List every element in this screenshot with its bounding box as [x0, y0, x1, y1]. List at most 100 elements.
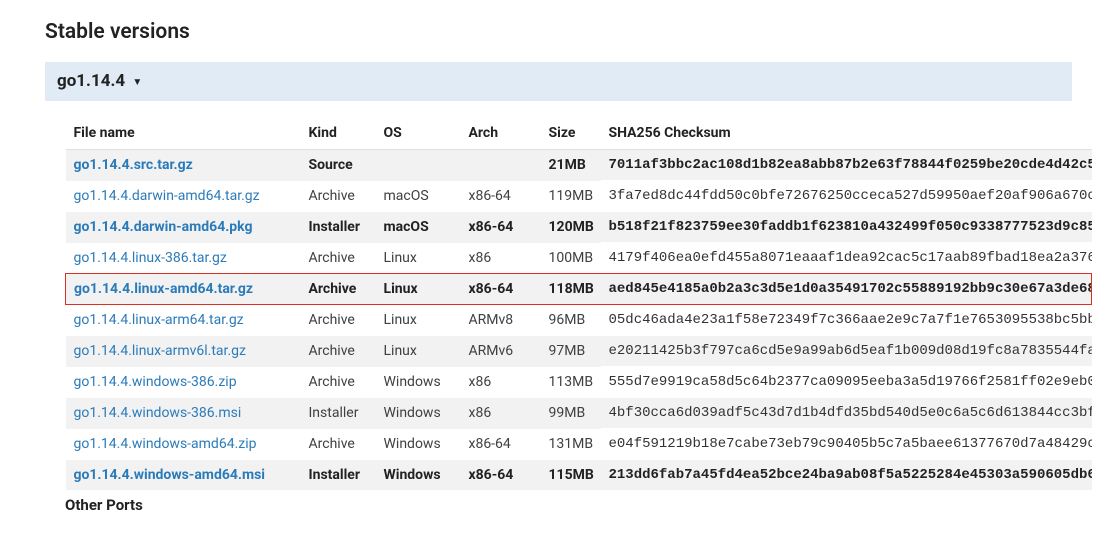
checksum-cell: e20211425b3f797ca6cd5e9a99ab6d5eaf1b009d… [601, 336, 1092, 367]
table-row: go1.14.4.windows-386.zip ArchiveWindowsx8… [66, 367, 1092, 398]
col-header-kind: Kind [301, 117, 376, 150]
file-link[interactable]: go1.14.4.src.tar.gz [74, 157, 193, 173]
arch-cell: x86-64 [461, 274, 541, 305]
file-cell: go1.14.4.linux-arm64.tar.gz [66, 305, 301, 336]
section-title: Stable versions [45, 20, 1072, 44]
file-link[interactable]: go1.14.4.linux-386.tar.gz [74, 250, 227, 266]
checksum-cell: 7011af3bbc2ac108d1b82ea8abb87b2e63f78844… [601, 150, 1092, 181]
checksum-cell: e04f591219b18e7cabe73eb79c90405b5c7a5bae… [601, 429, 1092, 460]
table-row: go1.14.4.linux-amd64.tar.gz ArchiveLinuxx… [66, 274, 1092, 305]
size-cell: 100MB [541, 243, 601, 274]
table-row: go1.14.4.darwin-amd64.tar.gz ArchivemacOS… [66, 181, 1092, 212]
os-cell: Linux [376, 274, 461, 305]
arch-cell: x86-64 [461, 212, 541, 243]
arch-cell: x86 [461, 398, 541, 429]
table-row: go1.14.4.linux-386.tar.gz ArchiveLinuxx86… [66, 243, 1092, 274]
downloads-table: File name Kind OS Arch Size SHA256 Check… [65, 117, 1092, 490]
os-cell: macOS [376, 212, 461, 243]
file-link[interactable]: go1.14.4.windows-386.zip [74, 374, 237, 390]
arch-cell: x86 [461, 367, 541, 398]
file-link[interactable]: go1.14.4.linux-arm64.tar.gz [74, 312, 244, 328]
checksum-cell: 4179f406ea0efd455a8071eaaaf1dea92cac5c17… [601, 243, 1092, 274]
size-cell: 115MB [541, 460, 601, 491]
table-row: go1.14.4.linux-armv6l.tar.gz ArchiveLinux… [66, 336, 1092, 367]
size-cell: 113MB [541, 367, 601, 398]
table-row: go1.14.4.windows-amd64.zip ArchiveWindows… [66, 429, 1092, 460]
os-cell: Linux [376, 336, 461, 367]
size-cell: 118MB [541, 274, 601, 305]
checksum-cell: 05dc46ada4e23a1f58e72349f7c366aae2e9c7a7… [601, 305, 1092, 336]
arch-cell: ARMv6 [461, 336, 541, 367]
file-cell: go1.14.4.windows-386.msi [66, 398, 301, 429]
file-cell: go1.14.4.windows-386.zip [66, 367, 301, 398]
file-cell: go1.14.4.windows-amd64.zip [66, 429, 301, 460]
file-link[interactable]: go1.14.4.linux-armv6l.tar.gz [74, 343, 246, 359]
checksum-cell: aed845e4185a0b2a3c3d5e1d0a35491702c55889… [601, 274, 1092, 305]
kind-cell: Archive [301, 336, 376, 367]
chevron-down-icon: ▼ [132, 77, 142, 88]
checksum-cell: 213dd6fab7a45fd4ea52bce24ba9ab08f5a52252… [601, 460, 1092, 491]
kind-cell: Archive [301, 274, 376, 305]
os-cell: Windows [376, 367, 461, 398]
os-cell: Windows [376, 429, 461, 460]
file-cell: go1.14.4.linux-armv6l.tar.gz [66, 336, 301, 367]
kind-cell: Source [301, 150, 376, 181]
table-row: go1.14.4.src.tar.gz Source 21MB7011af3bbc2… [66, 150, 1092, 181]
file-link[interactable]: go1.14.4.windows-amd64.zip [74, 436, 257, 452]
table-row: go1.14.4.linux-arm64.tar.gz ArchiveLinuxA… [66, 305, 1092, 336]
arch-cell: x86-64 [461, 181, 541, 212]
size-cell: 96MB [541, 305, 601, 336]
os-cell: Linux [376, 243, 461, 274]
kind-cell: Archive [301, 181, 376, 212]
size-cell: 119MB [541, 181, 601, 212]
arch-cell: ARMv8 [461, 305, 541, 336]
kind-cell: Installer [301, 398, 376, 429]
kind-cell: Installer [301, 460, 376, 491]
os-cell: Windows [376, 398, 461, 429]
size-cell: 131MB [541, 429, 601, 460]
table-row: go1.14.4.windows-386.msi InstallerWindows… [66, 398, 1092, 429]
checksum-cell: 3fa7ed8dc44fdd50c0bfe72676250cceca527d59… [601, 181, 1092, 212]
checksum-cell: 555d7e9919ca58d5c64b2377ca09095eeba3a5d1… [601, 367, 1092, 398]
file-cell: go1.14.4.windows-amd64.msi [66, 460, 301, 491]
size-cell: 21MB [541, 150, 601, 181]
file-cell: go1.14.4.darwin-amd64.tar.gz [66, 181, 301, 212]
kind-cell: Archive [301, 367, 376, 398]
col-header-size: Size [541, 117, 601, 150]
version-label: go1.14.4 [57, 71, 125, 91]
arch-cell: x86-64 [461, 429, 541, 460]
col-header-sha: SHA256 Checksum [601, 117, 1092, 150]
arch-cell: x86 [461, 243, 541, 274]
size-cell: 120MB [541, 212, 601, 243]
file-link[interactable]: go1.14.4.linux-amd64.tar.gz [74, 281, 253, 297]
file-cell: go1.14.4.src.tar.gz [66, 150, 301, 181]
col-header-file: File name [66, 117, 301, 150]
checksum-cell: b518f21f823759ee30faddb1f623810a432499f0… [601, 212, 1092, 243]
kind-cell: Archive [301, 243, 376, 274]
file-link[interactable]: go1.14.4.darwin-amd64.tar.gz [74, 188, 260, 204]
kind-cell: Installer [301, 212, 376, 243]
file-cell: go1.14.4.linux-386.tar.gz [66, 243, 301, 274]
file-link[interactable]: go1.14.4.windows-386.msi [74, 405, 242, 421]
file-link[interactable]: go1.14.4.darwin-amd64.pkg [74, 219, 253, 235]
table-row: go1.14.4.darwin-amd64.pkg InstallermacOSx… [66, 212, 1092, 243]
file-cell: go1.14.4.darwin-amd64.pkg [66, 212, 301, 243]
kind-cell: Archive [301, 429, 376, 460]
arch-cell: x86-64 [461, 460, 541, 491]
kind-cell: Archive [301, 305, 376, 336]
os-cell: macOS [376, 181, 461, 212]
arch-cell [461, 150, 541, 181]
size-cell: 97MB [541, 336, 601, 367]
os-cell: Linux [376, 305, 461, 336]
table-row: go1.14.4.windows-amd64.msi InstallerWindo… [66, 460, 1092, 491]
size-cell: 99MB [541, 398, 601, 429]
os-cell [376, 150, 461, 181]
version-toggle[interactable]: go1.14.4 ▼ [45, 62, 1072, 101]
col-header-arch: Arch [461, 117, 541, 150]
other-ports-heading: Other Ports [65, 496, 1072, 514]
file-cell: go1.14.4.linux-amd64.tar.gz [66, 274, 301, 305]
file-link[interactable]: go1.14.4.windows-amd64.msi [74, 467, 265, 483]
os-cell: Windows [376, 460, 461, 491]
checksum-cell: 4bf30cca6d039adf5c43d7d1b4dfd35bd540d5e0… [601, 398, 1092, 429]
col-header-os: OS [376, 117, 461, 150]
